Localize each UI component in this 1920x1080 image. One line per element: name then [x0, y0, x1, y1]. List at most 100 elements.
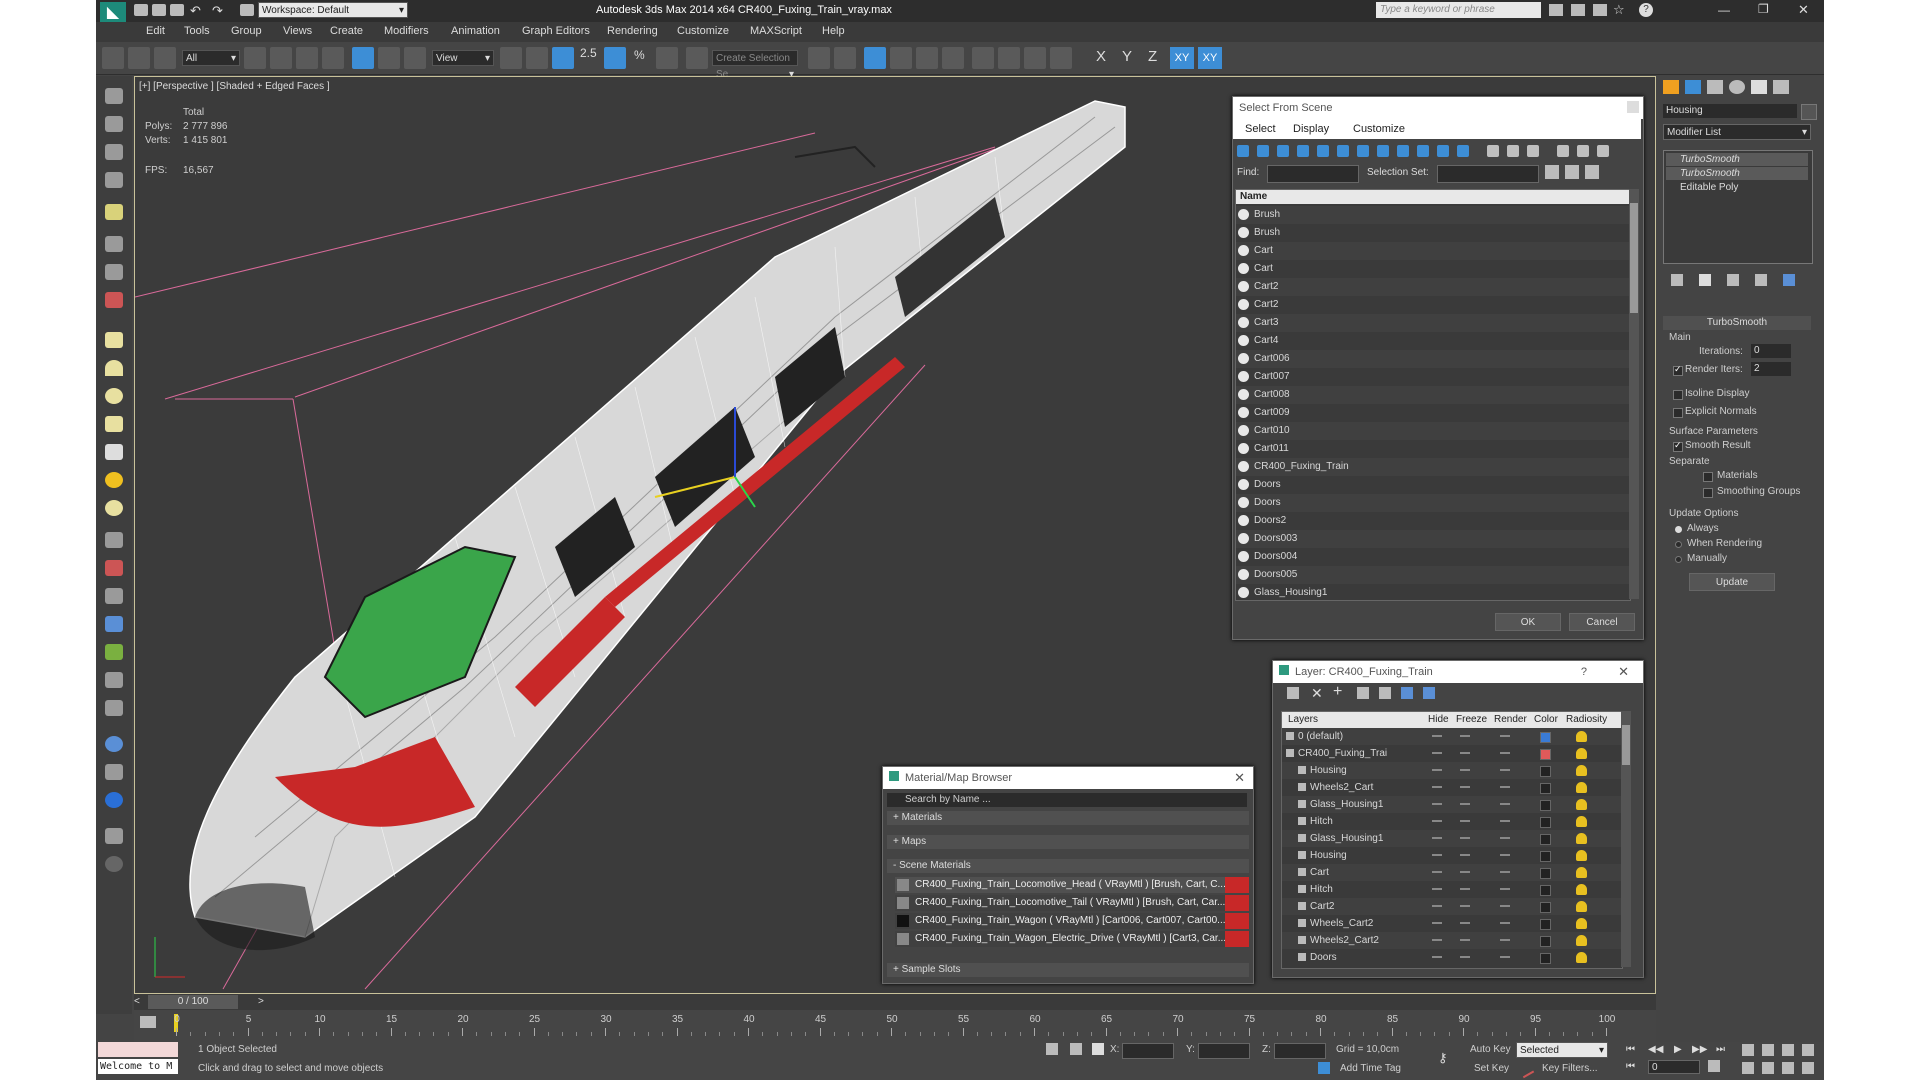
hide-toggle[interactable] [1432, 888, 1442, 890]
freeze-toggle[interactable] [1460, 905, 1470, 907]
time-slider[interactable]: < 0 / 100 > [134, 994, 1656, 1010]
freeze-toggle[interactable] [1460, 769, 1470, 771]
zoom-extents-icon[interactable] [1782, 1044, 1794, 1056]
tool-icon-18[interactable] [105, 588, 123, 604]
menu-views[interactable]: Views [283, 25, 312, 37]
layer-row[interactable]: Hitch [1282, 881, 1622, 898]
material-editor-icon[interactable] [972, 47, 994, 69]
tool-icon-19[interactable] [105, 616, 123, 632]
motion-tab-icon[interactable] [1729, 80, 1745, 94]
radiosity-icon[interactable] [1576, 935, 1587, 946]
sync-selection-icon[interactable] [1597, 145, 1609, 157]
freeze-toggle[interactable] [1460, 820, 1470, 822]
layer-list-scrollbar[interactable] [1621, 711, 1631, 967]
goto-start-icon[interactable]: ⏮ [1626, 1044, 1635, 1055]
tool-icon-25[interactable] [105, 792, 123, 808]
save-icon[interactable] [170, 4, 184, 16]
light-icon[interactable] [105, 204, 123, 220]
object-list-item[interactable]: Cart009 [1236, 404, 1630, 422]
pin-stack-icon[interactable] [1671, 274, 1683, 286]
modify-tab-icon[interactable] [1685, 80, 1701, 94]
filter-cameras-icon[interactable] [1297, 145, 1309, 157]
tool-icon-26[interactable] [105, 828, 123, 844]
viewport-label[interactable]: [+] [Perspective ] [Shaded + Edged Faces… [139, 81, 330, 92]
render-toggle[interactable] [1500, 956, 1510, 958]
tool-icon-6[interactable] [105, 236, 123, 252]
select-by-name-icon[interactable] [270, 47, 292, 69]
maps-section[interactable]: + Maps [887, 835, 1249, 849]
cone-primitive-icon[interactable] [105, 444, 123, 460]
freeze-toggle[interactable] [1460, 888, 1470, 890]
object-list-item[interactable]: Doors [1236, 494, 1630, 512]
tool-icon-21[interactable] [105, 672, 123, 688]
show-end-result-icon[interactable] [1699, 274, 1711, 286]
freeze-toggle[interactable] [1460, 922, 1470, 924]
object-list-item[interactable]: Doors005 [1236, 566, 1630, 584]
layer-color-swatch[interactable] [1540, 834, 1551, 845]
play-icon[interactable]: ▶ [1674, 1044, 1682, 1055]
reference-coordinate-dropdown[interactable]: View ▾ [432, 50, 494, 66]
tool-icon-4[interactable] [105, 172, 123, 188]
iterations-spinner[interactable]: 0 [1751, 344, 1791, 358]
remove-modifier-icon[interactable] [1755, 274, 1767, 286]
maxscript-listener-top[interactable] [98, 1042, 178, 1057]
filter-none-icon[interactable] [1437, 145, 1449, 157]
field-of-view-icon[interactable] [1742, 1062, 1754, 1074]
tool-icon-1[interactable] [105, 88, 123, 104]
menu-maxscript[interactable]: MAXScript [750, 25, 802, 37]
display-dependents-icon[interactable] [1527, 145, 1539, 157]
z-coordinate-input[interactable] [1274, 1043, 1326, 1059]
3dsmax-logo-icon[interactable]: ◣ [100, 2, 126, 24]
layer-row[interactable]: CR400_Fuxing_Trai [1282, 745, 1622, 762]
angle-snap-icon[interactable] [604, 47, 626, 69]
menu-tools[interactable]: Tools [184, 25, 210, 37]
smooth-result-checkbox[interactable]: ✓ [1673, 440, 1683, 452]
open-icon[interactable] [152, 4, 166, 16]
object-list-item[interactable]: Doors003 [1236, 530, 1630, 548]
find-input[interactable] [1267, 165, 1359, 183]
filter-shapes-icon[interactable] [1257, 145, 1269, 157]
render-toggle[interactable] [1500, 752, 1510, 754]
modifier-stack[interactable]: TurboSmooth TurboSmooth Editable Poly [1663, 150, 1813, 264]
tool-icon-8[interactable] [105, 292, 123, 308]
tool-icon-2[interactable] [105, 116, 123, 132]
add-to-layer-icon[interactable]: + [1333, 683, 1342, 701]
axis-x-button[interactable]: X [1096, 48, 1106, 65]
object-color-swatch[interactable] [1801, 104, 1817, 120]
key-icon[interactable]: ⚷ [1438, 1050, 1448, 1066]
object-name-input[interactable]: Housing [1663, 104, 1797, 118]
display-influences-icon[interactable] [1507, 145, 1519, 157]
align-icon[interactable] [834, 47, 856, 69]
render-toggle[interactable] [1500, 888, 1510, 890]
menu-modifiers[interactable]: Modifiers [384, 25, 429, 37]
render-toggle[interactable] [1500, 939, 1510, 941]
key-filters-button[interactable]: Key Filters... [1542, 1063, 1598, 1074]
select-object-icon[interactable] [244, 47, 266, 69]
unlink-icon[interactable] [128, 47, 150, 69]
col-color[interactable]: Color [1534, 712, 1558, 728]
isolate-selection-icon[interactable] [1046, 1043, 1058, 1055]
create-tab-icon[interactable] [1663, 80, 1679, 94]
scene-material-item[interactable]: CR400_Fuxing_Train_Wagon ( VRayMtl ) [Ca… [895, 913, 1249, 929]
zoom-extents-all-icon[interactable] [1802, 1044, 1814, 1056]
render-toggle[interactable] [1500, 922, 1510, 924]
set-key-button[interactable]: Set Key [1474, 1063, 1509, 1074]
previous-key-icon[interactable]: ◀◀ [1648, 1044, 1663, 1055]
render-toggle[interactable] [1500, 905, 1510, 907]
box-primitive-icon[interactable] [105, 332, 123, 348]
freeze-all-layers-icon[interactable] [1423, 687, 1435, 699]
x-coordinate-input[interactable] [1122, 1043, 1174, 1059]
object-list-item[interactable]: Cart010 [1236, 422, 1630, 440]
layer-color-swatch[interactable] [1540, 749, 1551, 760]
freeze-toggle[interactable] [1460, 939, 1470, 941]
layer-row[interactable]: Cart2 [1282, 898, 1622, 915]
layer-color-swatch[interactable] [1540, 919, 1551, 930]
isoline-display-checkbox[interactable] [1673, 390, 1683, 400]
make-unique-icon[interactable] [1727, 274, 1739, 286]
render-toggle[interactable] [1500, 854, 1510, 856]
menu-customize[interactable]: Customize [677, 25, 729, 37]
freeze-toggle[interactable] [1460, 854, 1470, 856]
maximize-icon[interactable]: ❐ [1758, 2, 1769, 16]
minimize-icon[interactable]: — [1718, 3, 1730, 17]
layer-row[interactable]: Wheels_Cart2 [1282, 915, 1622, 932]
